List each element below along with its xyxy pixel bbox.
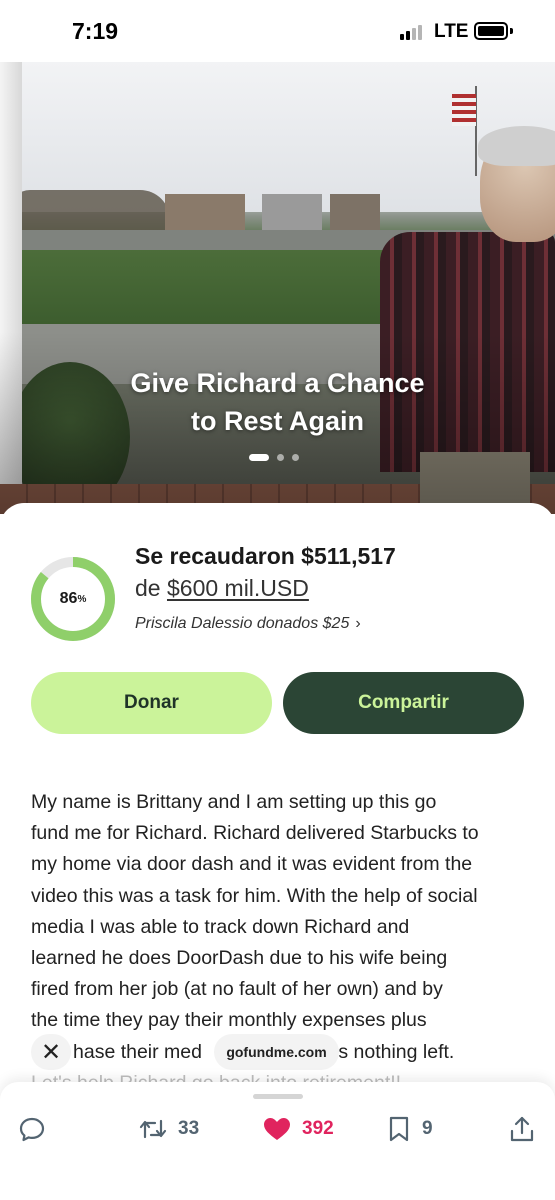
screen-title: Post	[253, 20, 297, 42]
donate-button[interactable]: Donar	[31, 672, 272, 734]
bookmark-button[interactable]: 9	[386, 1112, 433, 1146]
progress-value: 86	[59, 590, 78, 607]
battery-icon	[474, 22, 508, 40]
bookmark-icon	[389, 1116, 409, 1142]
story-line: My name is Brittany and I am setting up …	[31, 791, 437, 813]
story-line: media I was able to track down Richard a…	[31, 915, 410, 938]
chevron-right-icon: ›	[355, 615, 361, 632]
story-line: learned he does DoorDash due to his wife…	[31, 947, 448, 970]
share-button[interactable]: Compartir	[283, 672, 524, 734]
back-arrow-icon[interactable]: ←	[22, 18, 44, 44]
carousel-dot[interactable]	[292, 454, 299, 461]
amount-raised: Se recaudaron $511,517	[135, 543, 396, 569]
goal-link[interactable]: $600 mil.USD	[167, 575, 309, 601]
story-line: fired from her job (at no fault of her o…	[31, 978, 443, 1001]
story-line: video this was a task for him. With the …	[31, 884, 478, 907]
goal-prefix: de	[135, 575, 161, 601]
house	[165, 194, 245, 232]
tree-line	[10, 190, 170, 230]
signal-strength-icon	[400, 24, 422, 40]
close-icon: ✕	[40, 1038, 62, 1066]
hair	[478, 126, 555, 166]
share-post-button[interactable]	[508, 1112, 536, 1146]
percent-sign: %	[77, 593, 87, 605]
hero-title: Give Richard a Chance to Rest Again	[0, 364, 555, 440]
recent-donation[interactable]: Priscila Dalessio donados $25 ›	[135, 615, 361, 633]
story-line: the time they pay their monthly expenses…	[31, 1009, 427, 1032]
hero-image[interactable]	[0, 62, 555, 514]
progress-percent: 86%	[30, 556, 116, 642]
heart-icon	[264, 1118, 290, 1140]
story-line-start: hase their med	[73, 1040, 202, 1063]
hero-title-line: to Rest Again	[190, 406, 364, 436]
post-action-bar: 33 392 9	[0, 1082, 555, 1200]
retweet-count: 33	[178, 1118, 200, 1139]
story-line: my home via door dash and it was evident…	[31, 853, 473, 876]
carousel-dot[interactable]	[277, 454, 284, 461]
house	[330, 194, 380, 232]
goal-amount: de $600 mil.USD	[135, 575, 309, 602]
status-bar: ← 7:19 Post LTE	[0, 0, 555, 62]
recent-donation-text: Priscila Dalessio donados $25	[135, 615, 350, 632]
like-button[interactable]: 392	[262, 1112, 334, 1146]
share-icon	[510, 1116, 534, 1142]
close-button[interactable]: ✕	[31, 1034, 71, 1070]
retweet-icon	[139, 1119, 167, 1139]
drag-handle[interactable]	[253, 1094, 303, 1099]
carousel-dot[interactable]	[249, 454, 269, 461]
source-link[interactable]: gofundme.com	[214, 1034, 339, 1070]
bookmark-count: 9	[422, 1118, 433, 1139]
retweet-button[interactable]: 33	[138, 1112, 199, 1146]
reply-button[interactable]	[18, 1112, 46, 1146]
house	[262, 194, 322, 232]
battery-tip	[510, 28, 513, 34]
like-count: 392	[302, 1118, 334, 1139]
status-time: 7:19	[72, 18, 119, 44]
story-line: fund me for Richard. Richard delivered S…	[31, 822, 479, 845]
carousel-dots[interactable]	[249, 454, 299, 461]
network-type: LTE	[434, 21, 469, 42]
story-line-end: is nothing left.	[334, 1040, 455, 1063]
hero-title-line: Give Richard a Chance	[130, 368, 425, 398]
reply-icon	[19, 1117, 45, 1142]
